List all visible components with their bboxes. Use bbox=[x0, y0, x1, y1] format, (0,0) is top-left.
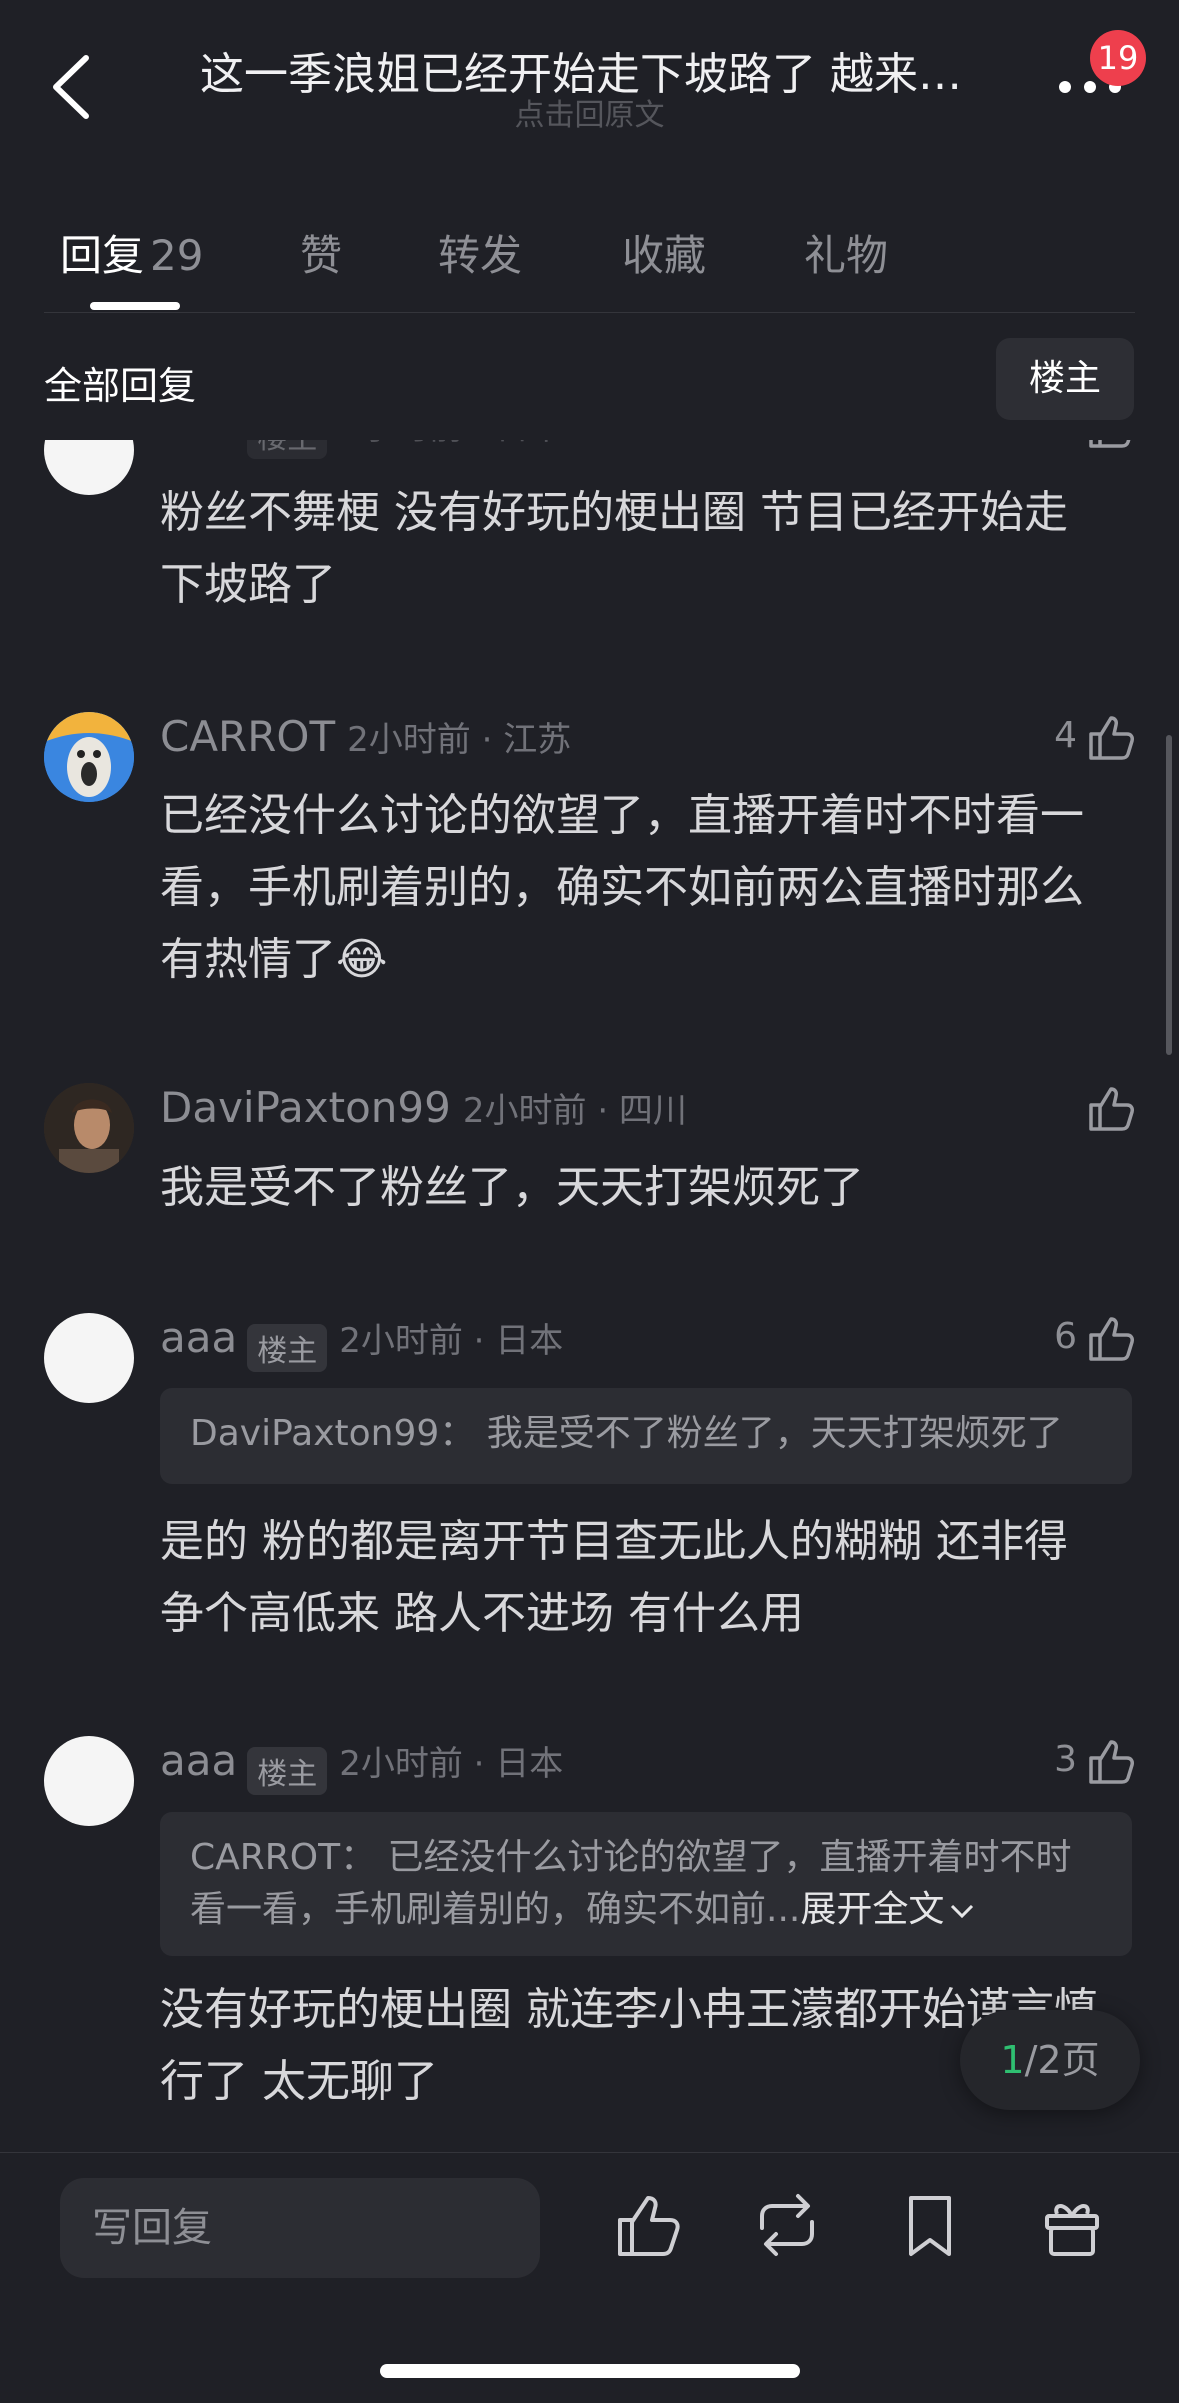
comment-meta: 2小时前 · 日本 bbox=[339, 1744, 564, 1784]
divider bbox=[44, 312, 1135, 313]
reply-input[interactable]: 写回复 bbox=[60, 2178, 540, 2278]
scrollbar[interactable] bbox=[1166, 735, 1172, 1055]
comment-author[interactable]: aaa bbox=[160, 1313, 237, 1362]
comment-header: aaa楼主 2小时前 · 日本 bbox=[160, 1313, 563, 1372]
like-button[interactable]: 8 bbox=[1000, 440, 1135, 450]
like-button[interactable]: 6 bbox=[1000, 1313, 1135, 1363]
tab-replies[interactable]: 回复 29 bbox=[60, 222, 203, 283]
chevron-down-icon bbox=[951, 1904, 974, 1919]
comment-author[interactable]: aaa bbox=[160, 440, 237, 449]
comment-header: DaviPaxton99 2小时前 · 四川 bbox=[160, 1083, 687, 1132]
avatar-image bbox=[44, 712, 134, 802]
comment-meta: 2小时前 · 日本 bbox=[339, 440, 563, 448]
comment-meta: 2小时前 · 江苏 bbox=[347, 720, 572, 760]
like-count: 3 bbox=[1054, 1739, 1077, 1780]
avatar[interactable] bbox=[44, 1736, 134, 1826]
owner-tag: 楼主 bbox=[247, 440, 328, 459]
avatar[interactable] bbox=[44, 1313, 134, 1403]
like-count: 6 bbox=[1054, 1316, 1077, 1357]
thumbs-up-icon[interactable] bbox=[612, 2190, 682, 2260]
avatar[interactable] bbox=[44, 1083, 134, 1173]
tab-gifts[interactable]: 礼物 bbox=[804, 222, 888, 283]
page-title[interactable]: 这一季浪姐已经开始走下坡路了 越来… bbox=[200, 38, 980, 98]
like-button[interactable]: 3 bbox=[1000, 1736, 1135, 1786]
quoted-reply[interactable]: CARROT： 已经没什么讨论的欲望了，直播开着时不时看一看，手机刷着别的，确实… bbox=[160, 1812, 1132, 1956]
comment-body[interactable]: 粉丝不舞梗 没有好玩的梗出圈 节目已经开始走下坡路了 bbox=[160, 477, 1105, 621]
like-button[interactable]: 4 bbox=[1000, 712, 1135, 762]
section-title: 全部回复 bbox=[44, 364, 197, 408]
notification-badge: 19 bbox=[1090, 30, 1146, 86]
comment-header: CARROT 2小时前 · 江苏 bbox=[160, 712, 571, 761]
comment-author[interactable]: CARROT bbox=[160, 712, 335, 761]
comment-list[interactable]: aaa楼主2小时前 · 日本 8 粉丝不舞梗 没有好玩的梗出圈 节目已经开始走下… bbox=[0, 440, 1179, 2152]
comment-body[interactable]: 是的 粉的都是离开节目查无此人的糊糊 还非得争个高低来 路人不进场 有什么用 bbox=[160, 1506, 1105, 1650]
tab-count: 29 bbox=[150, 231, 204, 280]
comment-meta: 2小时前 · 四川 bbox=[462, 1091, 687, 1131]
thumbs-up-icon bbox=[1089, 1317, 1134, 1361]
thumbs-up-icon bbox=[1089, 1087, 1134, 1131]
tab-likes[interactable]: 赞 bbox=[300, 222, 342, 283]
bookmark-icon[interactable] bbox=[895, 2190, 965, 2260]
comment-header: aaa楼主 2小时前 · 日本 bbox=[160, 1736, 563, 1795]
tab-label: 回复 bbox=[60, 231, 145, 280]
avatar[interactable] bbox=[44, 712, 134, 802]
avatar-image bbox=[44, 1083, 134, 1173]
quoted-reply[interactable]: DaviPaxton99： 我是受不了粉丝了，天天打架烦死了 bbox=[160, 1388, 1132, 1484]
like-count: 4 bbox=[1054, 715, 1077, 756]
current-page: 1 bbox=[1000, 2038, 1025, 2082]
comment-body[interactable]: 已经没什么讨论的欲望了，直播开着时不时看一看，手机刷着别的，确实不如前两公直播时… bbox=[160, 780, 1105, 996]
tab-favorites[interactable]: 收藏 bbox=[622, 222, 706, 283]
total-pages: /2页 bbox=[1024, 2038, 1100, 2082]
owner-filter-button[interactable]: 楼主 bbox=[996, 338, 1134, 420]
comment-author[interactable]: DaviPaxton99 bbox=[160, 1083, 451, 1132]
avatar[interactable] bbox=[44, 440, 134, 495]
tab-indicator bbox=[90, 302, 180, 310]
tab-reposts[interactable]: 转发 bbox=[438, 222, 522, 283]
thumbs-up-icon bbox=[1089, 716, 1134, 760]
comment-header: aaa 楼主 2小时前 · 日本 bbox=[160, 440, 563, 459]
thumbs-up-icon bbox=[1089, 440, 1131, 448]
expand-full-text-link[interactable]: 展开全文 bbox=[800, 1889, 944, 1930]
owner-tag: 楼主 bbox=[247, 1323, 328, 1372]
home-indicator[interactable] bbox=[380, 2364, 800, 2378]
repost-icon[interactable] bbox=[752, 2190, 822, 2260]
gift-icon[interactable] bbox=[1037, 2190, 1107, 2260]
comment-body[interactable]: 我是受不了粉丝了，天天打架烦死了 bbox=[160, 1152, 1105, 1224]
like-count: 8 bbox=[1054, 440, 1077, 444]
page-indicator[interactable]: 1/2页 bbox=[960, 2010, 1140, 2110]
back-to-original-link[interactable]: 点击回原文 bbox=[0, 90, 1179, 134]
comment-author[interactable]: aaa bbox=[160, 1736, 237, 1785]
like-button[interactable] bbox=[1000, 1083, 1135, 1133]
thumbs-up-icon bbox=[1089, 1740, 1134, 1784]
comment-meta: 2小时前 · 日本 bbox=[339, 1321, 564, 1361]
owner-tag: 楼主 bbox=[247, 1746, 328, 1795]
